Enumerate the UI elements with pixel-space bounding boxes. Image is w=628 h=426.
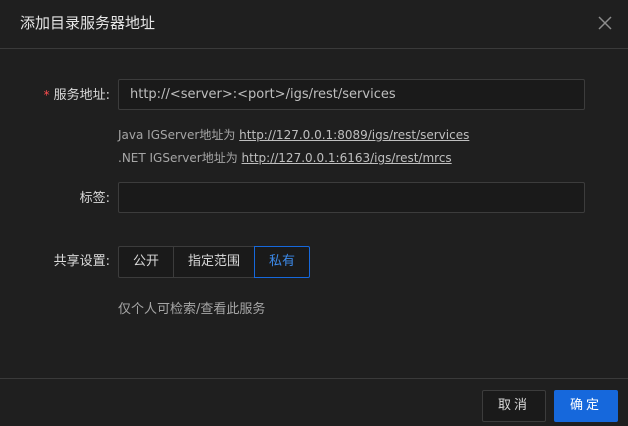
share-segmented-control: 公开 指定范围 私有 bbox=[118, 246, 311, 278]
cancel-button[interactable]: 取消 bbox=[482, 390, 546, 422]
dialog-title: 添加目录服务器地址 bbox=[20, 14, 156, 32]
dialog-footer: 取消 确定 bbox=[0, 378, 628, 426]
share-label: 共享设置: bbox=[53, 254, 110, 269]
share-option-specified-range[interactable]: 指定范围 bbox=[173, 246, 256, 278]
ok-button[interactable]: 确定 bbox=[554, 390, 618, 422]
tag-label: 标签: bbox=[79, 191, 110, 206]
java-hint-prefix: Java IGServer地址为 bbox=[118, 128, 240, 142]
share-option-public[interactable]: 公开 bbox=[118, 246, 175, 278]
close-icon[interactable] bbox=[596, 14, 614, 32]
service-address-label: * 服务地址: bbox=[44, 85, 110, 106]
java-url-link[interactable]: http://127.0.0.1:8089/igs/rest/services bbox=[239, 128, 469, 142]
add-directory-server-dialog: 添加目录服务器地址 *服务地址: Java IGServer地址为 http:/… bbox=[0, 0, 628, 426]
service-address-input[interactable] bbox=[118, 79, 585, 110]
dialog-header: 添加目录服务器地址 bbox=[0, 0, 628, 49]
net-url-link[interactable]: http://127.0.0.1:6163/igs/rest/mrcs bbox=[242, 151, 452, 165]
net-hint-prefix: .NET IGServer地址为 bbox=[118, 151, 242, 165]
service-address-label-text: 服务地址: bbox=[53, 88, 110, 103]
required-mark: * bbox=[43, 88, 50, 102]
share-option-private[interactable]: 私有 bbox=[254, 246, 311, 278]
tag-input[interactable] bbox=[118, 182, 585, 213]
share-description: 仅个人可检索/查看此服务 bbox=[118, 302, 266, 317]
net-hint: .NET IGServer地址为 http://127.0.0.1:6163/i… bbox=[118, 148, 452, 168]
java-hint: Java IGServer地址为 http://127.0.0.1:8089/i… bbox=[118, 125, 469, 145]
